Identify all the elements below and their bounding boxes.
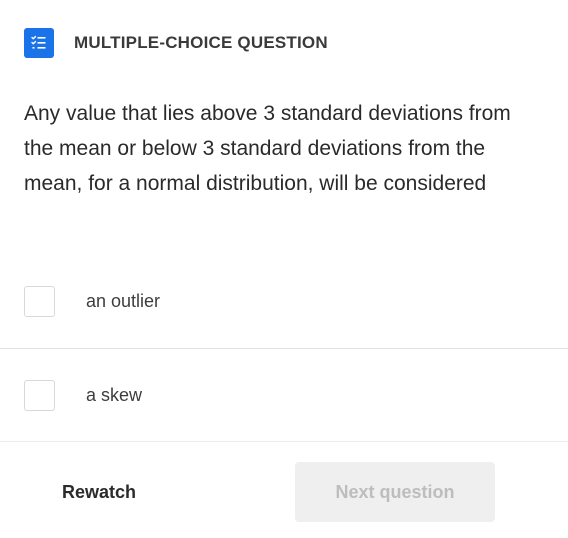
answer-option-outlier[interactable]: an outlier [0, 255, 568, 348]
checklist-icon [24, 28, 54, 58]
question-text: Any value that lies above 3 standard dev… [24, 102, 511, 195]
question-type-label: MULTIPLE-CHOICE QUESTION [74, 33, 328, 52]
footer-divider [0, 441, 568, 442]
rewatch-button[interactable]: Rewatch [40, 462, 158, 522]
answer-option-skew[interactable]: a skew [0, 349, 568, 442]
answer-checkbox[interactable] [24, 286, 55, 317]
answer-label: an outlier [86, 291, 161, 311]
answer-checkbox[interactable] [24, 380, 55, 411]
question-card: MULTIPLE-CHOICE QUESTION Any value that … [0, 0, 568, 538]
answer-label: a skew [86, 385, 143, 405]
next-question-button[interactable]: Next question [295, 462, 495, 522]
question-header: MULTIPLE-CHOICE QUESTION [24, 28, 328, 58]
